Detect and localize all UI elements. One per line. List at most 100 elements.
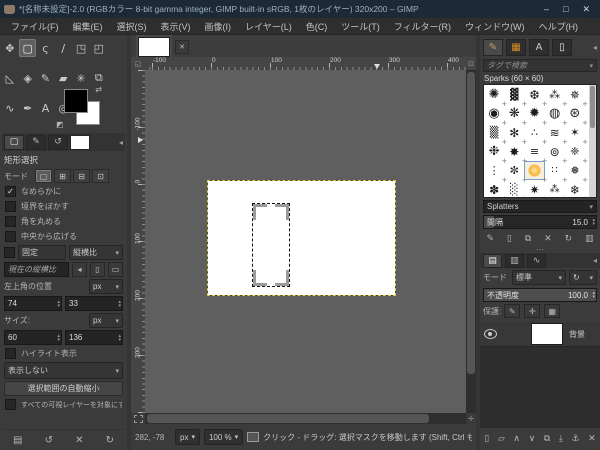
rectangle-select-tool-icon[interactable]: ▢: [19, 39, 37, 57]
brush-cell-26[interactable]: ░: [504, 180, 528, 197]
new-layer-icon[interactable]: ▯: [484, 434, 489, 444]
tab-patterns[interactable]: ▦: [506, 38, 526, 56]
brush-cell-3[interactable]: ⁂: [545, 85, 568, 108]
paths-tool-icon[interactable]: ∕: [55, 39, 72, 57]
brush-cell-2[interactable]: ❆: [524, 85, 547, 109]
selection-handle-bottom-right[interactable]: [275, 270, 289, 286]
vertical-ruler[interactable]: -100 0 100 200 300: [131, 70, 146, 413]
shrink-merged-checkbox[interactable]: [5, 399, 16, 410]
merge-layer-icon[interactable]: ⤓: [559, 434, 563, 444]
size-width-spinner[interactable]: 60 ▴ ▾: [4, 330, 62, 345]
handle-transform-tool-icon[interactable]: ◺: [1, 69, 18, 87]
brush-cell-0[interactable]: ✺: [484, 85, 508, 108]
brush-cell-14[interactable]: ✶: [565, 123, 588, 146]
image-tab-thumbnail[interactable]: [138, 37, 170, 57]
feather-checkbox-row[interactable]: 境界をぼかす: [2, 199, 125, 214]
shrink-merged-checkbox-row[interactable]: すべての可視レイヤーを対象にする: [2, 397, 125, 412]
vertical-scrollbar[interactable]: [466, 70, 476, 413]
menu-item-9[interactable]: ウィンドウ(W): [458, 18, 532, 35]
minimize-button[interactable]: –: [544, 4, 549, 15]
menu-item-4[interactable]: 画像(I): [198, 18, 239, 35]
move-tool-icon[interactable]: ✥: [1, 39, 18, 57]
mode-replace-button[interactable]: ▢: [35, 169, 52, 183]
highlight-checkbox[interactable]: [5, 348, 16, 359]
layer-visibility-eye-icon[interactable]: [484, 329, 497, 339]
canvas-viewport[interactable]: [145, 70, 466, 413]
layer-row-background[interactable]: 背景: [480, 322, 600, 347]
tab-device-status[interactable]: ✎: [26, 134, 46, 150]
tab-menu-icon[interactable]: ◂: [119, 138, 123, 147]
swap-colors-icon[interactable]: ⇄: [95, 85, 102, 94]
expand-center-checkbox[interactable]: [5, 231, 16, 242]
aspect-portrait-icon[interactable]: ▯: [90, 262, 105, 277]
selection-handle-bottom-left[interactable]: [253, 270, 267, 286]
brush-cell-16[interactable]: ✸: [504, 142, 527, 166]
feather-checkbox[interactable]: [5, 201, 16, 212]
brush-cell-1[interactable]: ▓: [504, 85, 528, 108]
tab-brushes[interactable]: ✎: [483, 38, 503, 56]
duplicate-layer-icon[interactable]: ⧉: [544, 434, 550, 444]
ink-tool-icon[interactable]: ✒: [19, 99, 36, 117]
brush-cell-17[interactable]: ≡: [524, 142, 548, 165]
airbrush-tool-icon[interactable]: ✳: [73, 69, 90, 87]
open-brush-as-image-icon[interactable]: ▥: [585, 234, 594, 244]
brush-cell-22[interactable]: [524, 161, 548, 184]
brush-tag-search-input[interactable]: タグで検索 ▾: [483, 59, 597, 72]
edit-brush-icon[interactable]: ✎: [486, 234, 494, 244]
brush-cell-24[interactable]: ❅: [565, 161, 588, 184]
position-y-spinner[interactable]: 33 ▴ ▾: [65, 296, 123, 311]
antialias-checkbox-row[interactable]: ✓ なめらかに: [2, 184, 125, 199]
selection-rectangle[interactable]: [252, 203, 290, 287]
crop-tool-icon[interactable]: ◳: [73, 39, 90, 57]
brush-spacing-slider[interactable]: 間隔 15.0 ▴ ▾: [483, 215, 597, 229]
tab-layers[interactable]: ▤: [483, 253, 502, 268]
save-tool-preset-icon[interactable]: ▤: [13, 435, 22, 446]
fixed-type-dropdown[interactable]: 縦横比 ▾: [69, 245, 123, 260]
foreground-color-swatch[interactable]: [64, 89, 88, 113]
image-tab-close-icon[interactable]: ✕: [175, 40, 189, 54]
text-tool-icon[interactable]: A: [37, 99, 54, 117]
horizontal-ruler[interactable]: -100 0 100 200 300 400: [145, 57, 466, 71]
brush-cell-29[interactable]: ❄: [565, 180, 588, 198]
free-select-tool-icon[interactable]: ς: [37, 39, 54, 57]
size-unit-dropdown[interactable]: px ▾: [89, 313, 123, 328]
menu-item-2[interactable]: 選択(S): [110, 18, 154, 35]
guides-dropdown[interactable]: 表示しない ▾: [4, 362, 123, 379]
zoom-dropdown[interactable]: 100 % ▾: [203, 429, 244, 445]
restore-tool-preset-icon[interactable]: ↺: [45, 435, 53, 446]
menu-item-3[interactable]: 表示(V): [154, 18, 198, 35]
aspect-swap-icon[interactable]: ◂: [72, 262, 87, 277]
reset-tool-options-icon[interactable]: ↻: [106, 435, 114, 446]
position-unit-dropdown[interactable]: px ▾: [89, 279, 123, 294]
duplicate-brush-icon[interactable]: ⧉: [525, 234, 531, 244]
close-button[interactable]: ✕: [582, 4, 590, 15]
highlight-checkbox-row[interactable]: ハイライト表示: [2, 346, 125, 361]
raise-layer-icon[interactable]: ∧: [513, 434, 520, 444]
selection-handle-top-right[interactable]: [275, 204, 289, 220]
menu-item-1[interactable]: 編集(E): [66, 18, 110, 35]
tab-tool-options[interactable]: ▢: [4, 134, 24, 150]
layer-mode-switch-button[interactable]: ↻ ▾: [569, 270, 597, 285]
brush-cell-8[interactable]: ◍: [545, 104, 568, 127]
brush-cell-7[interactable]: ✹: [524, 104, 548, 127]
brush-cell-25[interactable]: ✽: [484, 180, 507, 198]
tab-fonts[interactable]: A: [529, 38, 549, 56]
horizontal-scrollbar[interactable]: [145, 413, 466, 424]
brush-cell-19[interactable]: ❈: [565, 142, 588, 165]
brush-grid-scrollbar[interactable]: [589, 85, 596, 197]
tab-menu-icon[interactable]: ◂: [593, 256, 597, 265]
brush-cell-23[interactable]: ∷: [545, 161, 567, 184]
tab-document-history[interactable]: ▯: [552, 38, 572, 56]
delete-brush-icon[interactable]: ✕: [544, 234, 552, 244]
tab-menu-icon[interactable]: ◂: [593, 43, 597, 52]
selection-handle-top-left[interactable]: [253, 204, 267, 220]
menu-item-6[interactable]: 色(C): [299, 18, 335, 35]
unit-dropdown[interactable]: px ▾: [175, 429, 200, 445]
brush-cell-4[interactable]: ✵: [565, 85, 588, 109]
lock-alpha-icon[interactable]: ▦: [544, 304, 561, 318]
mode-subtract-button[interactable]: ⊟: [73, 169, 90, 183]
brush-cell-10[interactable]: ▒: [484, 123, 508, 146]
refresh-brushes-icon[interactable]: ↻: [565, 234, 573, 244]
brush-cell-13[interactable]: ≋: [545, 123, 568, 147]
brush-tag-input[interactable]: Splatters ▾: [483, 200, 597, 213]
